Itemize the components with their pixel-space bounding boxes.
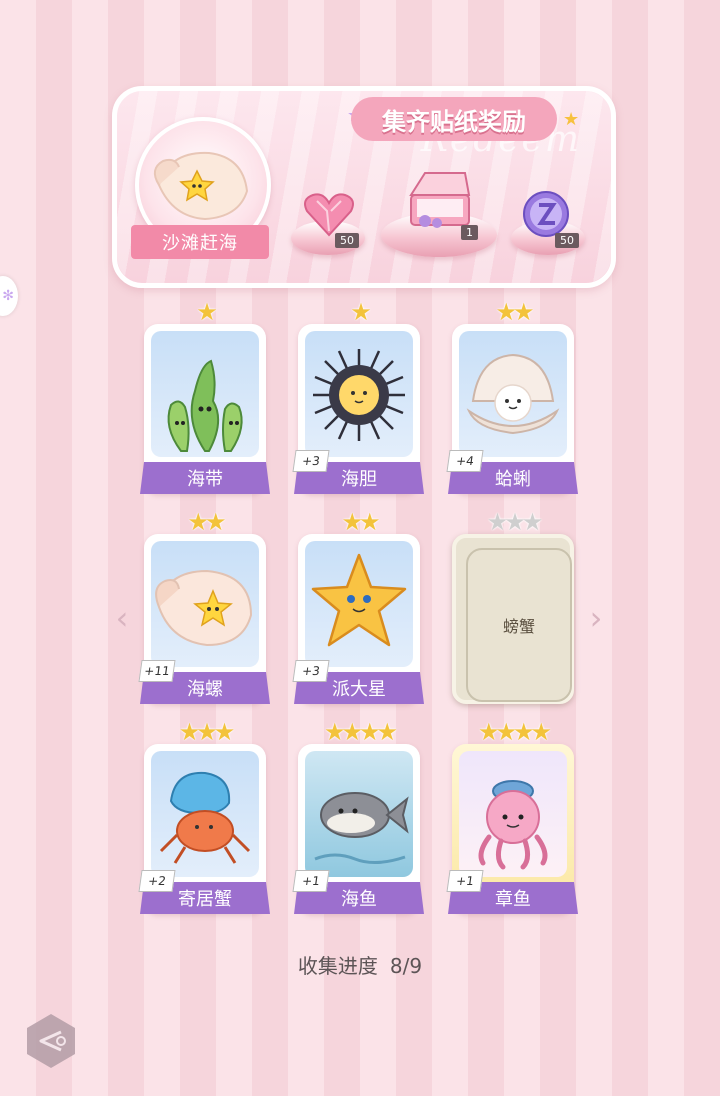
gift-box-icon[interactable] <box>405 169 475 233</box>
sticker-card[interactable]: 海螺 +11 ★★ <box>138 510 266 710</box>
sparkle-icon: ✻ <box>2 288 14 304</box>
sticker-card[interactable]: 寄居蟹 +2 ★★★ <box>138 720 266 920</box>
sea-urchin-icon <box>313 349 405 441</box>
card-art <box>305 541 413 667</box>
star-icon: ★ <box>196 298 217 326</box>
star-icon: ★ <box>359 718 380 746</box>
star-icon: ★ <box>495 718 516 746</box>
collection-progress: 收集进度 8/9 <box>0 950 720 979</box>
card-frame: 螃蟹 <box>452 534 574 704</box>
star-rating: ★★★★ <box>298 720 420 744</box>
sticker-card[interactable]: 海胆 +3 ★ <box>292 300 420 500</box>
star-icon: ★ <box>205 508 226 536</box>
card-art <box>305 751 413 877</box>
clam-icon <box>466 353 560 435</box>
sticker-card[interactable]: 章鱼 +1 ★★★★ <box>446 720 574 920</box>
next-page-button[interactable]: › <box>584 600 608 636</box>
duplicate-count-badge: +11 <box>138 660 176 682</box>
card-art <box>151 331 259 457</box>
hermit-crab-icon <box>159 771 251 864</box>
progress-label: 收集进度 <box>297 954 378 978</box>
reward-banner: Redeem ★ ★ 集齐贴纸奖励 沙滩赶海 50 1 50 <box>112 86 616 288</box>
star-icon: ★ <box>521 508 543 536</box>
star-rating: ★★★ <box>144 720 266 744</box>
sparkle-icon: ★ <box>563 109 580 130</box>
star-icon: ★ <box>196 718 217 746</box>
star-icon: ★ <box>513 718 534 746</box>
star-rating: ★★ <box>144 510 266 534</box>
progress-value: 8/9 <box>389 954 423 978</box>
reward-count: 1 <box>461 225 478 240</box>
conch-icon <box>155 569 253 647</box>
star-icon: ★ <box>213 718 235 746</box>
sticker-card[interactable]: 海带 ★ <box>144 300 266 500</box>
card-name: 海带 <box>140 462 270 494</box>
locked-card-name: 螃蟹 <box>466 548 572 702</box>
octopus-icon <box>478 780 548 870</box>
sticker-card-locked[interactable]: 螃蟹 ★★★ <box>452 510 574 710</box>
star-icon: ★ <box>495 298 516 326</box>
star-icon: ★ <box>187 508 208 536</box>
star-rating: ★★ <box>298 510 420 534</box>
star-rating: ★★★★ <box>452 720 574 744</box>
star-icon: ★ <box>504 508 525 536</box>
star-icon: ★ <box>530 718 552 746</box>
starfish-icon <box>311 553 407 647</box>
sticker-card[interactable]: 海鱼 +1 ★★★★ <box>292 720 420 920</box>
banner-title: 集齐贴纸奖励 <box>382 107 526 136</box>
prev-page-button[interactable]: ‹ <box>110 600 134 636</box>
star-icon: ★ <box>341 508 362 536</box>
duplicate-count-badge: +4 <box>446 450 484 472</box>
back-button[interactable] <box>23 1012 79 1070</box>
duplicate-count-badge: +1 <box>446 870 484 892</box>
pink-heart-gem-icon[interactable] <box>303 191 355 237</box>
banner-title-plate: 集齐贴纸奖励 <box>351 97 557 141</box>
chevron-right-icon: › <box>589 599 603 637</box>
star-icon: ★ <box>350 298 371 326</box>
star-rating: ★★★ <box>452 510 574 534</box>
duplicate-count-badge: +3 <box>292 450 330 472</box>
duplicate-count-badge: +2 <box>138 870 176 892</box>
reward-count: 50 <box>555 233 579 248</box>
star-icon: ★ <box>513 298 534 326</box>
card-art <box>459 751 567 877</box>
event-label: 沙滩赶海 <box>131 225 269 259</box>
sticker-card[interactable]: 蛤蜊 +4 ★★ <box>446 300 574 500</box>
star-rating: ★ <box>298 300 420 324</box>
star-icon: ★ <box>376 718 398 746</box>
reward-count: 50 <box>335 233 359 248</box>
card-art <box>151 541 259 667</box>
purple-orb-icon[interactable] <box>521 189 571 239</box>
card-art <box>151 751 259 877</box>
side-menu-tab[interactable]: ✻ <box>0 276 18 316</box>
duplicate-count-badge: +1 <box>292 870 330 892</box>
star-icon: ★ <box>486 508 508 536</box>
star-icon: ★ <box>341 718 362 746</box>
duplicate-count-badge: +3 <box>292 660 330 682</box>
seaweed-icon <box>167 359 243 452</box>
card-art <box>459 331 567 457</box>
fish-icon <box>314 792 409 864</box>
card-art <box>305 331 413 457</box>
star-icon: ★ <box>323 718 345 746</box>
star-rating: ★★ <box>452 300 574 324</box>
chevron-left-icon: ‹ <box>115 599 129 637</box>
star-icon: ★ <box>178 718 200 746</box>
back-arrow-icon <box>27 1014 75 1068</box>
sticker-card[interactable]: 派大星 +3 ★★ <box>292 510 420 710</box>
star-icon: ★ <box>359 508 380 536</box>
star-icon: ★ <box>477 718 499 746</box>
star-rating: ★ <box>144 300 266 324</box>
